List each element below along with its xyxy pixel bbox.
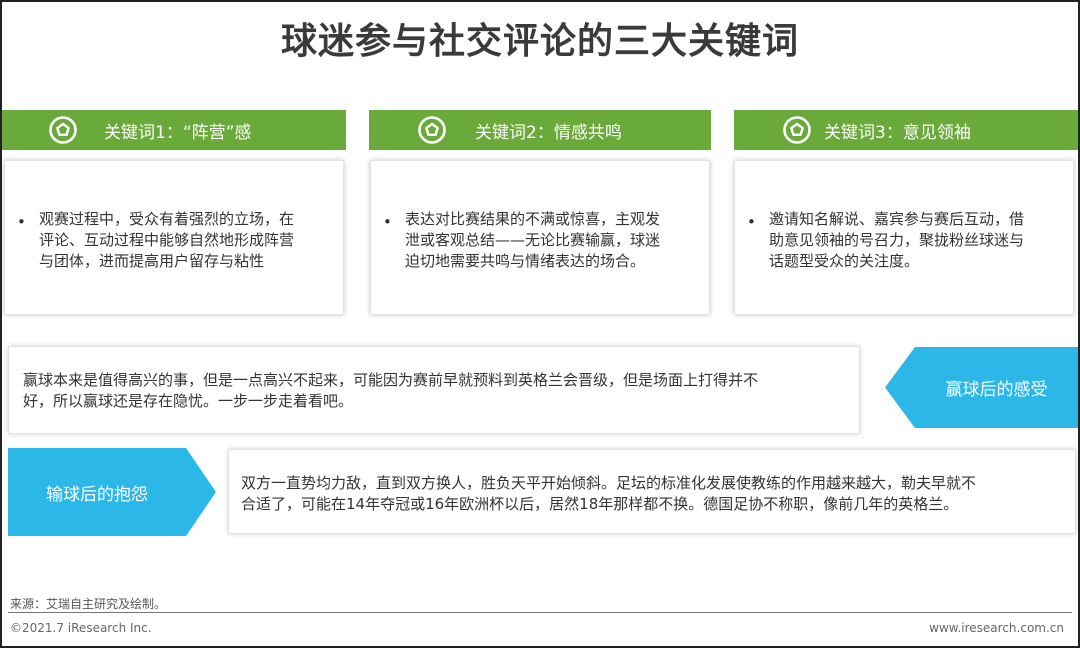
- lose-label: 输球后的抱怨: [46, 484, 148, 505]
- keyword-2-card: • 表达对比赛结果的不满或惊喜，主观发 泄或客观总结——无论比赛输赢，球迷 迫切…: [370, 160, 710, 315]
- text-line: 评论、互动过程中能够自然地形成阵营: [39, 231, 295, 249]
- text-line: 迫切地需要共鸣与情绪表达的场合。: [405, 252, 646, 270]
- keyword-1-card: • 观赛过程中，受众有着强烈的立场，在 评论、互动过程中能够自然地形成阵营 与团…: [4, 160, 344, 315]
- bullet: •: [747, 213, 756, 231]
- football-icon: [49, 116, 77, 144]
- keyword-1-text: 观赛过程中，受众有着强烈的立场，在 评论、互动过程中能够自然地形成阵营 与团体，…: [39, 209, 294, 272]
- website-url: www.iresearch.com.cn: [929, 621, 1064, 635]
- keyword-2-title: 关键词2：情感共鸣: [475, 122, 622, 143]
- keyword-2-header: 关键词2：情感共鸣: [369, 110, 711, 150]
- win-label: 赢球后的感受: [945, 380, 1048, 400]
- quote-line: 双方一直势均力敌，直到双方换人，胜负天平开始倾斜。足坛的标准化发展使教练的作用越…: [241, 474, 977, 492]
- keyword-2-text: 表达对比赛结果的不满或惊喜，主观发 泄或客观总结——无论比赛输赢，球迷 迫切地需…: [405, 209, 660, 272]
- keyword-3-text: 邀请知名解说、嘉宾参与赛后互动，借 助意见领袖的号召力，聚拢粉丝球迷与 话题型受…: [769, 209, 1024, 272]
- source-note: 来源：艾瑞自主研究及绘制。: [10, 597, 167, 611]
- frame-left-border: [0, 0, 2, 648]
- text-line: 观赛过程中，受众有着强烈的立场，在: [39, 210, 295, 228]
- footer-divider: [8, 612, 1072, 613]
- page-title: 球迷参与社交评论的三大关键词: [280, 21, 799, 62]
- bullet: •: [17, 213, 26, 231]
- text-line: 泄或客观总结——无论比赛输赢，球迷: [405, 231, 661, 249]
- lose-quote-box: 双方一直势均力敌，直到双方换人，胜负天平开始倾斜。足坛的标准化发展使教练的作用越…: [228, 449, 1076, 534]
- keyword-3-title: 关键词3：意见领袖: [824, 122, 971, 143]
- frame-top-border: [0, 0, 1080, 2]
- copyright: ©2021.7 iResearch Inc.: [10, 621, 152, 635]
- text-line: 邀请知名解说、嘉宾参与赛后互动，借: [769, 210, 1025, 228]
- keyword-1-header: 关键词1：“阵营”感: [2, 110, 346, 150]
- keyword-3-header: 关键词3：意见领袖: [734, 110, 1078, 150]
- text-line: 与团体，进而提高用户留存与粘性: [39, 252, 265, 270]
- bullet: •: [383, 213, 392, 231]
- keyword-1-title: 关键词1：“阵营”感: [104, 122, 252, 143]
- quote-line: 好，所以赢球还是存在隐忧。一步一步走着看吧。: [23, 392, 354, 410]
- text-line: 表达对比赛结果的不满或惊喜，主观发: [405, 210, 661, 228]
- quote-line: 赢球本来是值得高兴的事，但是一点高兴不起来，可能因为赛前早就预料到英格兰会晋级，…: [23, 371, 759, 389]
- text-line: 话题型受众的关注度。: [769, 252, 920, 270]
- football-icon: [783, 116, 811, 144]
- football-icon: [418, 116, 446, 144]
- text-line: 助意见领袖的号召力，聚拢粉丝球迷与: [769, 231, 1025, 249]
- keyword-3-card: • 邀请知名解说、嘉宾参与赛后互动，借 助意见领袖的号召力，聚拢粉丝球迷与 话题…: [734, 160, 1074, 315]
- win-quote-box: 赢球本来是值得高兴的事，但是一点高兴不起来，可能因为赛前早就预料到英格兰会晋级，…: [8, 346, 860, 434]
- quote-line: 合适了，可能在14年夺冠或16年欧洲杯以后，居然18年那样都不换。德国足协不称职…: [241, 495, 959, 513]
